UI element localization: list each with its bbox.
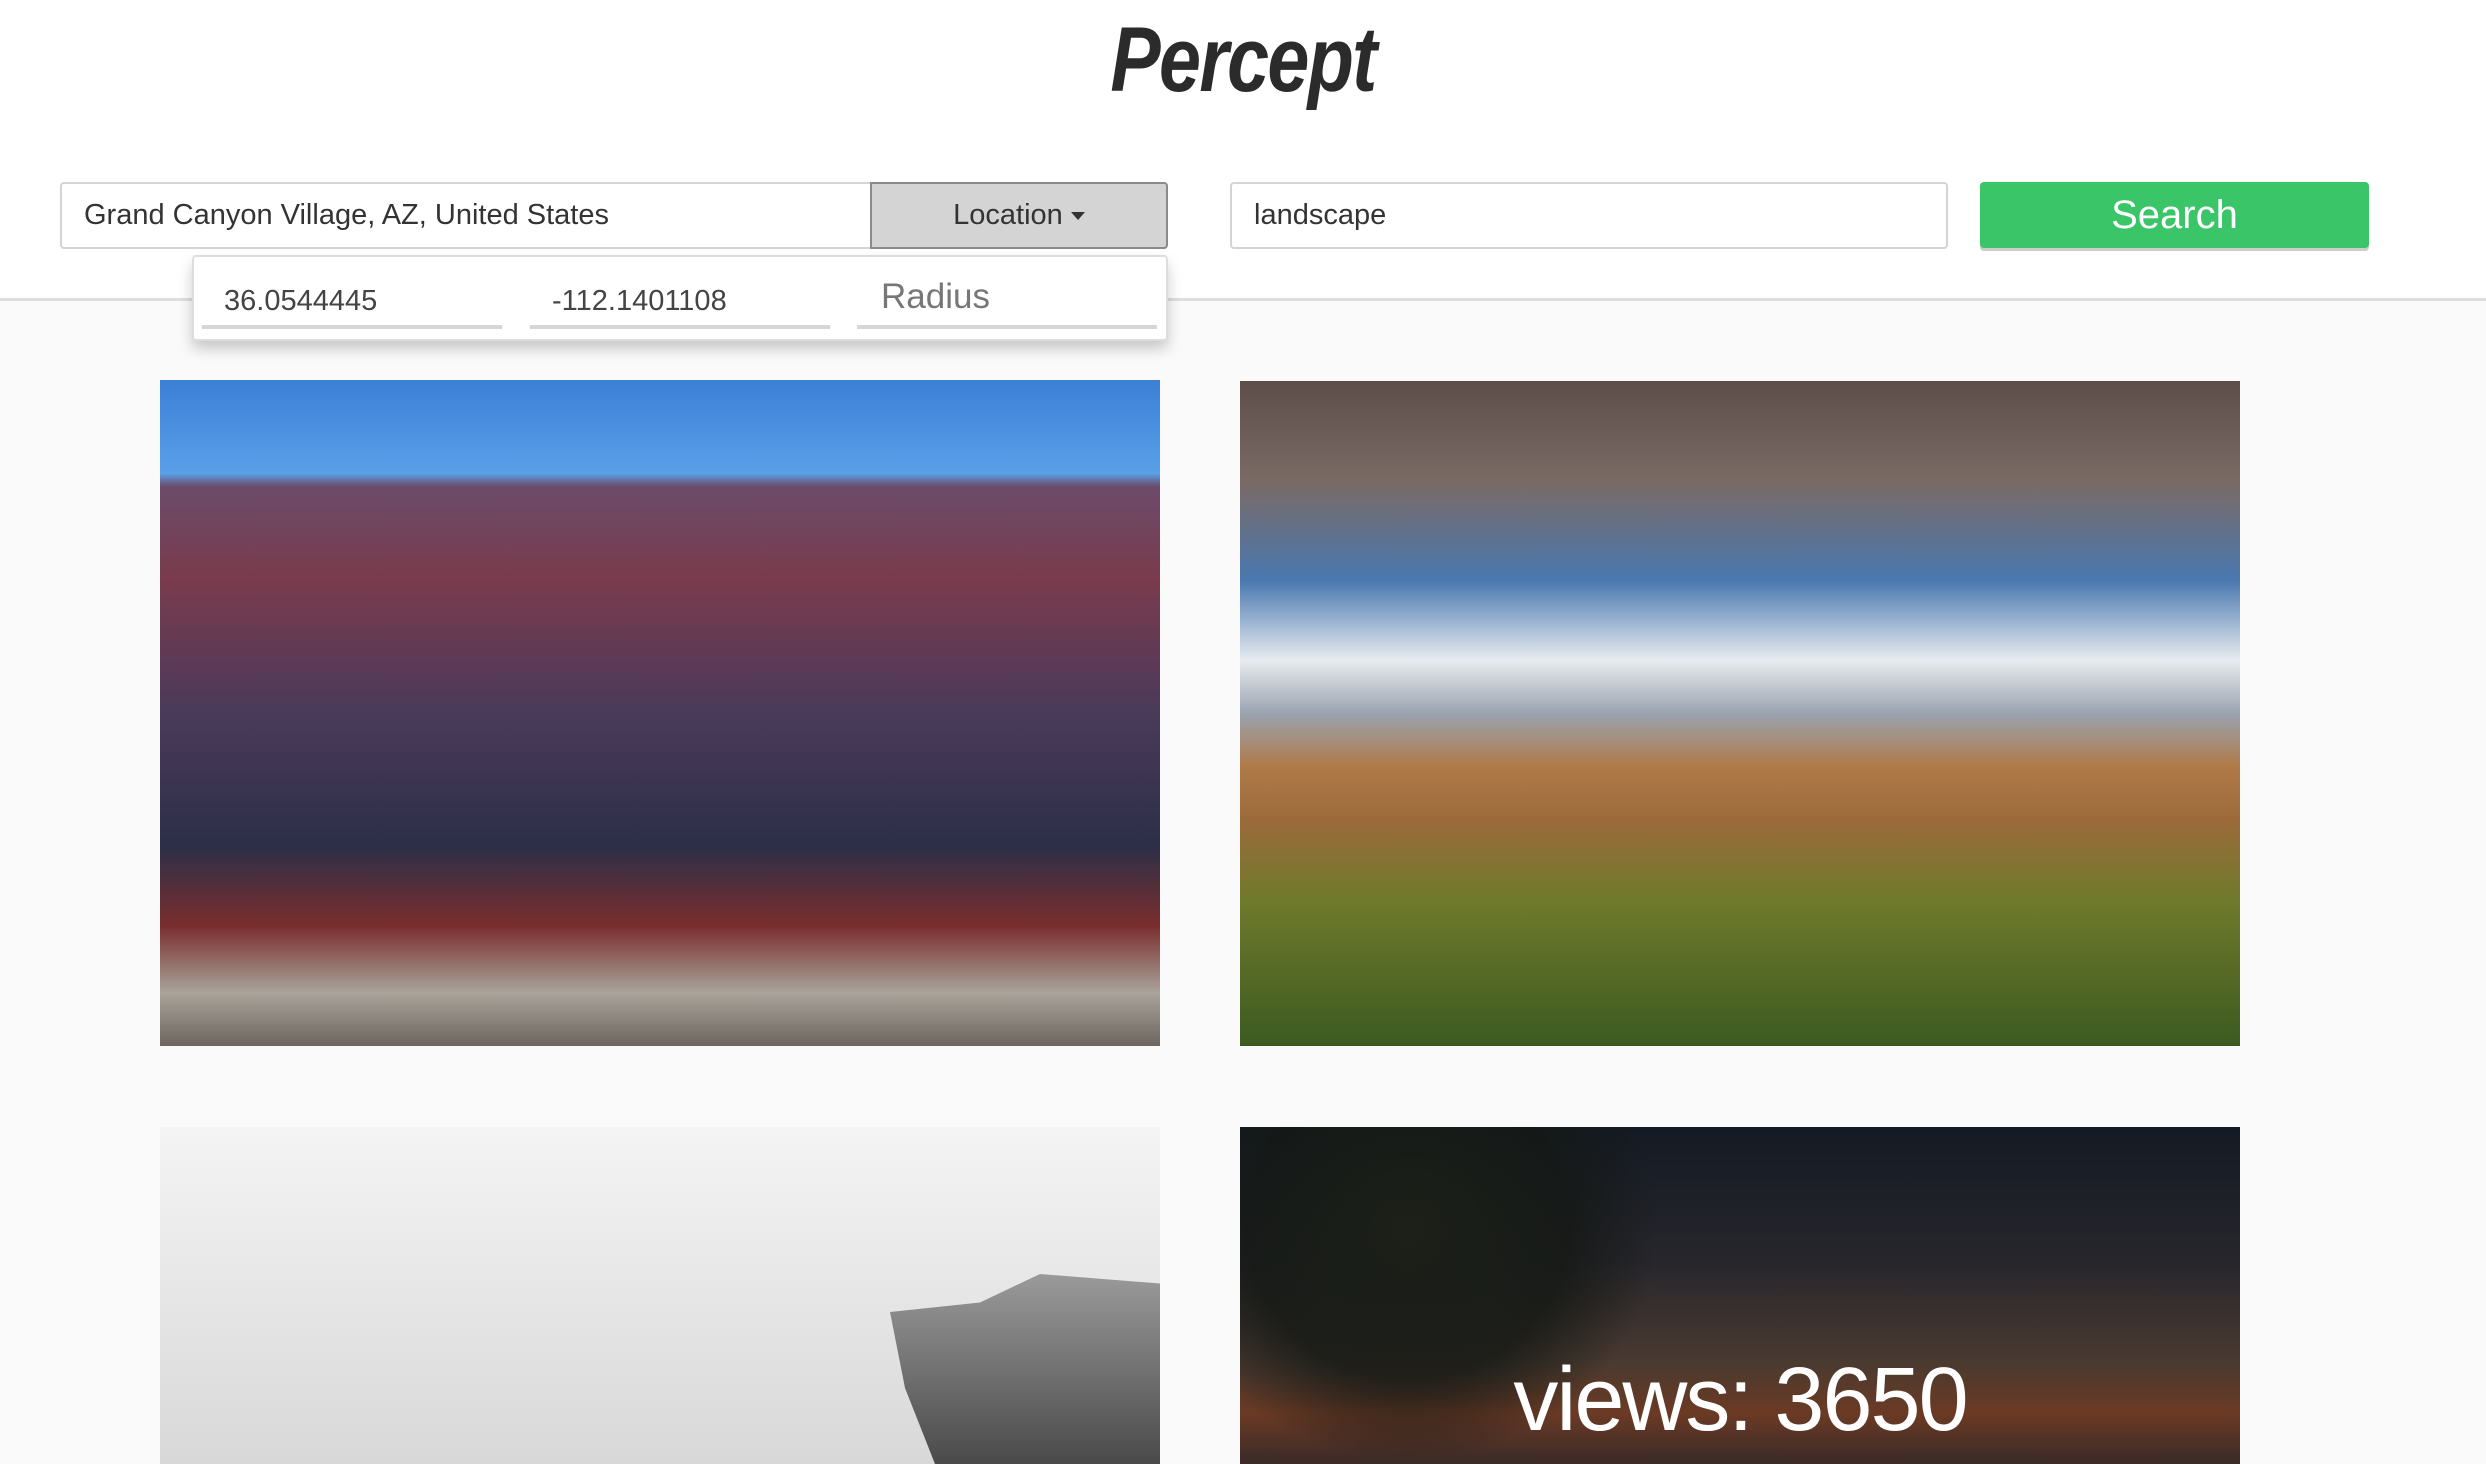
result-photo[interactable] [160, 1127, 1160, 1464]
location-dropdown-button[interactable]: Location [870, 182, 1168, 249]
location-input[interactable]: Grand Canyon Village, AZ, United States [60, 182, 872, 249]
views-count-overlay: views: 3650 [1513, 1350, 1968, 1450]
result-photo[interactable] [1240, 381, 2240, 1046]
result-photo[interactable] [160, 380, 1160, 1046]
cliff-shape [890, 1274, 1160, 1464]
result-photo-hovered[interactable]: views: 3650 [1240, 1127, 2240, 1464]
longitude-input[interactable]: -112.1401108 [530, 267, 830, 329]
app-title: Percept [1110, 9, 1377, 111]
latitude-input[interactable]: 36.0544445 [202, 267, 502, 329]
radius-input[interactable]: Radius [857, 267, 1157, 329]
location-dropdown-menu: 36.0544445 -112.1401108 Radius [192, 255, 1168, 341]
search-button[interactable]: Search [1980, 182, 2369, 248]
keyword-input[interactable]: landscape [1230, 182, 1948, 249]
location-button-label: Location [953, 199, 1063, 231]
caret-down-icon [1070, 212, 1085, 221]
